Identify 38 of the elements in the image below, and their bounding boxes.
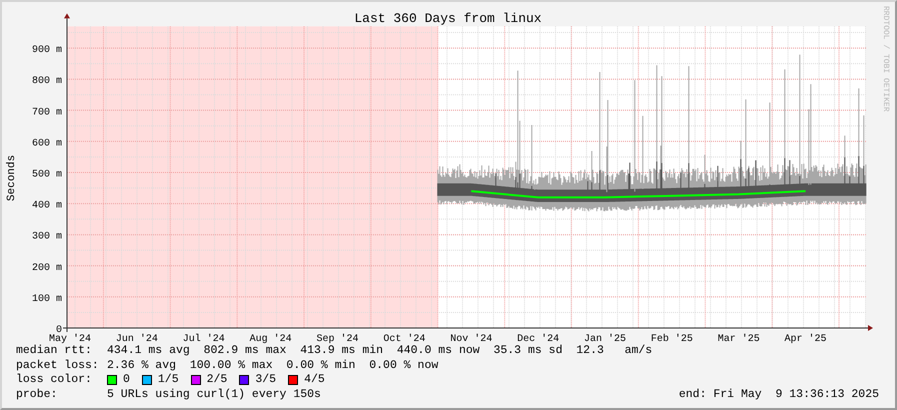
- y-tick-label: 0: [56, 325, 62, 336]
- y-tick-label: 700 m: [32, 107, 62, 118]
- y-tick-label: 600 m: [32, 138, 62, 150]
- y-tick-label: 500 m: [32, 170, 62, 180]
- legend-label: loss color:: [16, 373, 93, 388]
- x-tick-label: Mar '25: [718, 334, 760, 344]
- chart-title: Last 360 Days from linux: [354, 11, 542, 26]
- y-tick-label: 100 m: [32, 294, 62, 305]
- y-tick-label: 200 m: [32, 262, 62, 274]
- y-axis-title: Seconds: [6, 154, 18, 202]
- loss-level-label: 4/5: [304, 373, 325, 388]
- x-tick-label: Feb '25: [650, 334, 693, 344]
- x-tick-label: Oct '24: [383, 334, 426, 344]
- x-tick-label: Dec '24: [517, 334, 560, 344]
- y-tick-label: 800 m: [32, 76, 62, 88]
- end-time: end: Fri May 9 13:36:13 2025: [678, 388, 879, 402]
- y-tick-label: 300 m: [32, 232, 62, 243]
- x-tick-label: Sep '24: [316, 334, 358, 344]
- x-tick-label: Aug '24: [250, 334, 292, 344]
- credit-text: RRDTOOL / TOBI OETIKER: [881, 6, 890, 112]
- x-tick-label: Jul '24: [182, 334, 225, 344]
- loss-level-label: 1/5: [158, 373, 179, 388]
- x-tick-label: Jun '24: [116, 334, 158, 344]
- legend-label: probe:: [16, 388, 58, 402]
- y-tick-label: 900 m: [32, 45, 62, 56]
- x-tick-label: Jan '25: [584, 334, 626, 344]
- x-tick-label: May '24: [49, 334, 91, 344]
- x-tick-label: Apr '25: [784, 334, 827, 344]
- legend-label: packet loss:: [16, 358, 100, 373]
- packet-loss-stats: 2.36 % avg 100.00 % max 0.00 % min 0.00 % now: [107, 358, 438, 373]
- loss-level-label: 0: [123, 373, 130, 388]
- probe-description: 5 URLs using curl(1) every 150s: [107, 388, 321, 402]
- y-tick-label: 400 m: [32, 200, 62, 212]
- loss-level-label: 3/5: [255, 373, 276, 388]
- legend-label: median rtt:: [16, 344, 93, 358]
- x-tick-label: Nov '24: [450, 334, 492, 344]
- median-rtt-stats: 434.1 ms avg 802.9 ms max 413.9 ms min 440.0 ms now 35.3 ms sd 12.3 am/s: [107, 344, 652, 358]
- loss-level-label: 2/5: [206, 373, 228, 388]
